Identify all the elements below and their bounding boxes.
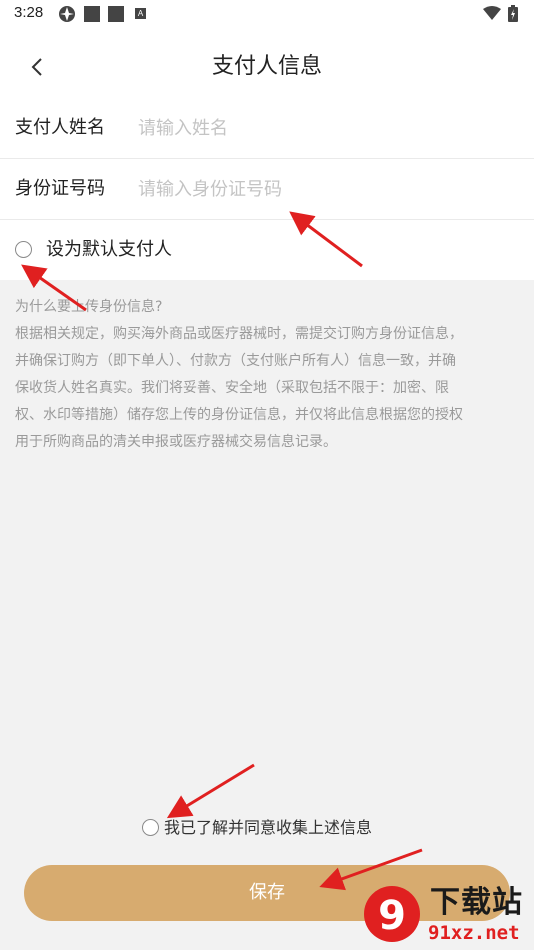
- watermark-logo-text: 下载站: [430, 885, 523, 920]
- name-row: 支付人姓名: [0, 98, 534, 159]
- status-bar: 3:28 A: [0, 0, 534, 28]
- watermark-badge-icon: 9: [364, 886, 420, 942]
- name-label: 支付人姓名: [15, 117, 105, 138]
- agree-label[interactable]: 我已了解并同意收集上述信息: [164, 815, 372, 841]
- id-number-input[interactable]: [138, 169, 508, 209]
- square-icon: [108, 6, 124, 22]
- battery-icon: [508, 5, 518, 26]
- info-text: 为什么要上传身份信息? 根据相关规定，购买海外商品或医疗器械时，需提交订购方身份…: [15, 294, 520, 456]
- watermark-url: 91xz.net: [428, 922, 520, 944]
- watermark-logo: 9 下载站 91xz.net: [362, 882, 534, 950]
- back-button[interactable]: [20, 50, 54, 84]
- page-title: 支付人信息: [211, 54, 322, 79]
- agree-radio[interactable]: [142, 819, 159, 836]
- annotation-arrow: [166, 763, 255, 819]
- info-line: 保收货人姓名真实。我们将妥善、安全地（采取包括不限于：加密、限: [15, 380, 449, 396]
- a-icon: A: [135, 8, 146, 19]
- id-label: 身份证号码: [15, 178, 105, 199]
- info-line: 用于所购商品的清关申报或医疗器械交易信息记录。: [15, 434, 337, 450]
- watermark-badge-text: 9: [378, 893, 406, 939]
- wifi-icon: [483, 6, 501, 25]
- name-input[interactable]: [138, 108, 508, 148]
- info-line: 并确保订购方（即下单人）、付款方（支付账户所有人）信息一致，并确: [15, 353, 456, 369]
- app-icon: [58, 5, 76, 27]
- id-row: 身份证号码: [0, 159, 534, 220]
- default-payer-label[interactable]: 设为默认支付人: [46, 236, 172, 264]
- info-line: 根据相关规定，购买海外商品或医疗器械时，需提交订购方身份证信息，: [15, 326, 463, 342]
- info-line: 权、水印等措施）储存您上传的身份证信息，并仅将此信息根据您的授权: [15, 407, 463, 423]
- chevron-left-icon: [31, 58, 42, 76]
- status-time: 3:28: [14, 4, 44, 21]
- square-icon: [84, 6, 100, 22]
- default-payer-radio[interactable]: [15, 241, 32, 258]
- info-question: 为什么要上传身份信息?: [15, 299, 163, 315]
